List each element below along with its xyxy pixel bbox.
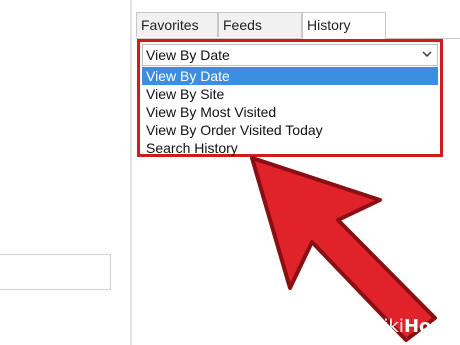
tab-history[interactable]: History xyxy=(302,12,386,39)
chevron-down-icon[interactable] xyxy=(422,49,432,59)
option-view-by-date[interactable]: View By Date xyxy=(142,67,438,85)
option-view-by-most-visited[interactable]: View By Most Visited xyxy=(142,103,438,121)
tab-feeds[interactable]: Feeds xyxy=(218,12,302,37)
history-view-select-value: View By Date xyxy=(146,47,230,63)
left-pane xyxy=(0,0,130,345)
left-input-field[interactable] xyxy=(0,254,111,290)
history-view-select[interactable]: View By Date xyxy=(142,44,438,66)
tab-strip: Favorites Feeds History xyxy=(136,12,460,39)
tab-favorites[interactable]: Favorites xyxy=(136,12,218,37)
option-view-by-order-visited-today[interactable]: View By Order Visited Today xyxy=(142,121,438,139)
watermark-wiki: wiki xyxy=(368,316,404,337)
option-view-by-site[interactable]: View By Site xyxy=(142,85,438,103)
wikihow-watermark: wikiHow xyxy=(365,315,452,339)
watermark-how: How xyxy=(403,316,448,337)
